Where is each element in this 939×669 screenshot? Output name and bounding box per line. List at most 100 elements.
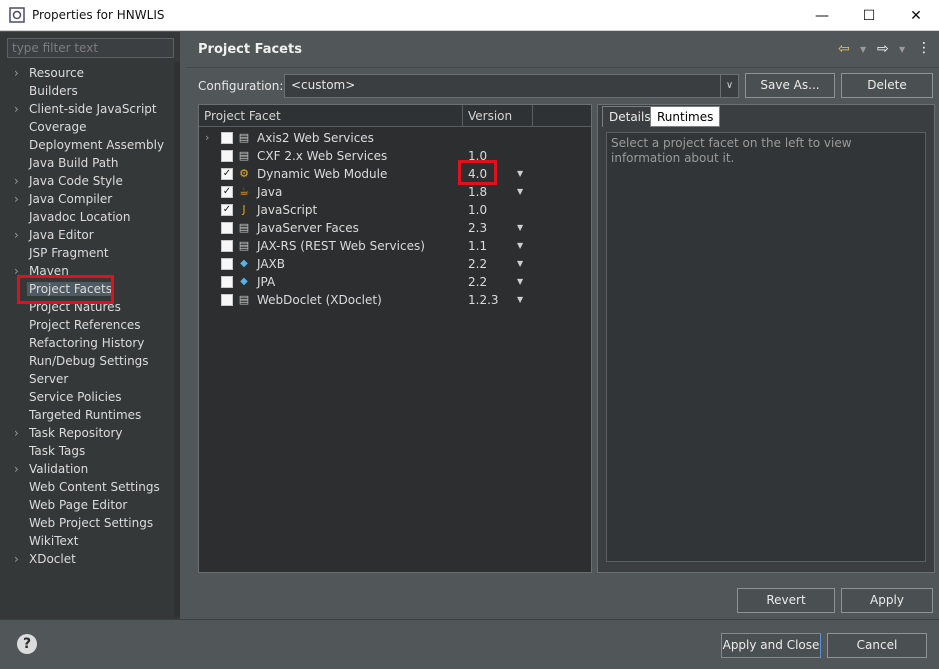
facet-version[interactable]: 1.2.3 bbox=[468, 291, 499, 309]
expand-chevron-icon[interactable]: › bbox=[14, 64, 24, 82]
nav-item[interactable]: Validation bbox=[29, 460, 88, 478]
configuration-label: Configuration: bbox=[198, 79, 284, 93]
tree-scrollbar[interactable] bbox=[174, 62, 180, 617]
facet-checkbox[interactable]: ✓ bbox=[221, 204, 233, 216]
table-row[interactable]: › ▤ Axis2 Web Services bbox=[199, 129, 591, 147]
expand-chevron-icon[interactable]: › bbox=[14, 226, 24, 244]
facet-version[interactable]: 2.2 bbox=[468, 273, 487, 291]
nav-item[interactable]: Builders bbox=[29, 82, 78, 100]
apply-button[interactable]: Apply bbox=[841, 588, 933, 613]
nav-item[interactable]: JSP Fragment bbox=[29, 244, 109, 262]
facet-version[interactable]: 1.8 bbox=[468, 183, 487, 201]
version-dropdown-icon[interactable]: ▼ bbox=[517, 237, 523, 255]
nav-item-label: Resource bbox=[29, 66, 85, 80]
facet-version[interactable]: 2.3 bbox=[468, 219, 487, 237]
minimize-icon: — bbox=[815, 7, 829, 24]
close-button[interactable]: ✕ bbox=[893, 0, 939, 31]
table-row[interactable]: ✓ ☕ Java 1.8 ▼ bbox=[199, 183, 591, 201]
version-dropdown-icon[interactable]: ▼ bbox=[517, 183, 523, 201]
forward-arrow-icon[interactable]: ⇨ bbox=[877, 41, 893, 57]
back-menu-chevron-icon[interactable]: ▼ bbox=[860, 45, 866, 54]
nav-item[interactable]: Java Editor bbox=[29, 226, 94, 244]
expand-chevron-icon[interactable]: › bbox=[205, 129, 209, 147]
facet-checkbox[interactable] bbox=[221, 240, 233, 252]
nav-item[interactable]: Run/Debug Settings bbox=[29, 352, 149, 370]
version-dropdown-icon[interactable]: ▼ bbox=[517, 219, 523, 237]
expand-chevron-icon[interactable]: › bbox=[14, 550, 24, 568]
version-dropdown-icon[interactable]: ▼ bbox=[517, 165, 523, 183]
nav-item-label: Javadoc Location bbox=[29, 210, 131, 224]
configuration-select[interactable]: <custom> ∨ bbox=[284, 74, 739, 98]
table-row[interactable]: ◆ JAXB 2.2 ▼ bbox=[199, 255, 591, 273]
details-text: Select a project facet on the left to vi… bbox=[606, 132, 926, 562]
nav-item-label: Web Project Settings bbox=[29, 516, 154, 530]
column-header-facet[interactable]: Project Facet bbox=[199, 105, 463, 127]
nav-item[interactable]: XDoclet bbox=[29, 550, 76, 568]
nav-item[interactable]: Server bbox=[29, 370, 68, 388]
table-row[interactable]: ▤ WebDoclet (XDoclet) 1.2.3 ▼ bbox=[199, 291, 591, 309]
delete-button[interactable]: Delete bbox=[841, 73, 933, 98]
document-icon: ▤ bbox=[238, 239, 250, 252]
apply-and-close-button[interactable]: Apply and Close bbox=[721, 633, 821, 658]
expand-chevron-icon[interactable]: › bbox=[14, 190, 24, 208]
nav-item[interactable]: Resource bbox=[29, 64, 84, 82]
facet-checkbox[interactable] bbox=[221, 150, 233, 162]
nav-item[interactable]: Project References bbox=[29, 316, 141, 334]
table-row[interactable]: ✓ ⚙ Dynamic Web Module 4.0 ▼ bbox=[199, 165, 591, 183]
forward-menu-chevron-icon[interactable]: ▼ bbox=[899, 45, 905, 54]
nav-item-label: XDoclet bbox=[29, 552, 76, 566]
facet-checkbox[interactable] bbox=[221, 132, 233, 144]
nav-item[interactable]: Java Build Path bbox=[29, 154, 118, 172]
column-header-version[interactable]: Version bbox=[463, 105, 533, 127]
save-as-button[interactable]: Save As... bbox=[745, 73, 835, 98]
filter-input[interactable] bbox=[7, 38, 174, 58]
table-row[interactable]: ▤ CXF 2.x Web Services 1.0 bbox=[199, 147, 591, 165]
cancel-button[interactable]: Cancel bbox=[827, 633, 927, 658]
nav-item[interactable]: Coverage bbox=[29, 118, 87, 136]
tab-runtimes[interactable]: Runtimes bbox=[650, 106, 721, 127]
nav-item[interactable]: Targeted Runtimes bbox=[29, 406, 141, 424]
table-row[interactable]: ◆ JPA 2.2 ▼ bbox=[199, 273, 591, 291]
nav-item[interactable]: Web Page Editor bbox=[29, 496, 127, 514]
nav-item[interactable]: Javadoc Location bbox=[29, 208, 130, 226]
table-row[interactable]: ▤ JavaServer Faces 2.3 ▼ bbox=[199, 219, 591, 237]
nav-item[interactable]: Deployment Assembly bbox=[29, 136, 164, 154]
nav-item[interactable]: Web Project Settings bbox=[29, 514, 153, 532]
nav-item[interactable]: Java Compiler bbox=[29, 190, 112, 208]
minimize-button[interactable]: — bbox=[799, 0, 845, 31]
nav-item[interactable]: Task Tags bbox=[29, 442, 85, 460]
table-row[interactable]: ✓ J JavaScript 1.0 bbox=[199, 201, 591, 219]
facet-checkbox[interactable] bbox=[221, 276, 233, 288]
expand-chevron-icon[interactable]: › bbox=[14, 424, 24, 442]
nav-item[interactable]: WikiText bbox=[29, 532, 79, 550]
expand-chevron-icon[interactable]: › bbox=[14, 172, 24, 190]
expand-chevron-icon[interactable]: › bbox=[14, 460, 24, 478]
facet-checkbox[interactable] bbox=[221, 294, 233, 306]
maximize-button[interactable]: ☐ bbox=[846, 0, 892, 31]
version-dropdown-icon[interactable]: ▼ bbox=[517, 273, 523, 291]
view-menu-icon[interactable]: ⋮ bbox=[917, 40, 931, 56]
help-icon[interactable]: ? bbox=[17, 634, 37, 654]
nav-item[interactable]: Web Content Settings bbox=[29, 478, 160, 496]
version-dropdown-icon[interactable]: ▼ bbox=[517, 255, 523, 273]
facet-checkbox[interactable] bbox=[221, 222, 233, 234]
facet-checkbox[interactable] bbox=[221, 258, 233, 270]
nav-item[interactable]: Service Policies bbox=[29, 388, 122, 406]
nav-item[interactable]: Java Code Style bbox=[29, 172, 123, 190]
facet-version[interactable]: 2.2 bbox=[468, 255, 487, 273]
nav-item[interactable]: Task Repository bbox=[29, 424, 123, 442]
table-row[interactable]: ▤ JAX-RS (REST Web Services) 1.1 ▼ bbox=[199, 237, 591, 255]
maximize-icon: ☐ bbox=[862, 7, 876, 24]
version-dropdown-icon[interactable]: ▼ bbox=[517, 291, 523, 309]
back-arrow-icon[interactable]: ⇦ bbox=[838, 41, 854, 57]
facet-name: JAX-RS (REST Web Services) bbox=[257, 239, 425, 253]
nav-item-label: Refactoring History bbox=[29, 336, 145, 350]
facet-checkbox[interactable]: ✓ bbox=[221, 186, 233, 198]
nav-item[interactable]: Refactoring History bbox=[29, 334, 144, 352]
nav-item[interactable]: Client-side JavaScript bbox=[29, 100, 157, 118]
revert-button[interactable]: Revert bbox=[737, 588, 835, 613]
facet-version[interactable]: 1.1 bbox=[468, 237, 487, 255]
chevron-down-icon[interactable]: ∨ bbox=[720, 75, 738, 97]
facet-checkbox[interactable]: ✓ bbox=[221, 168, 233, 180]
expand-chevron-icon[interactable]: › bbox=[14, 100, 24, 118]
